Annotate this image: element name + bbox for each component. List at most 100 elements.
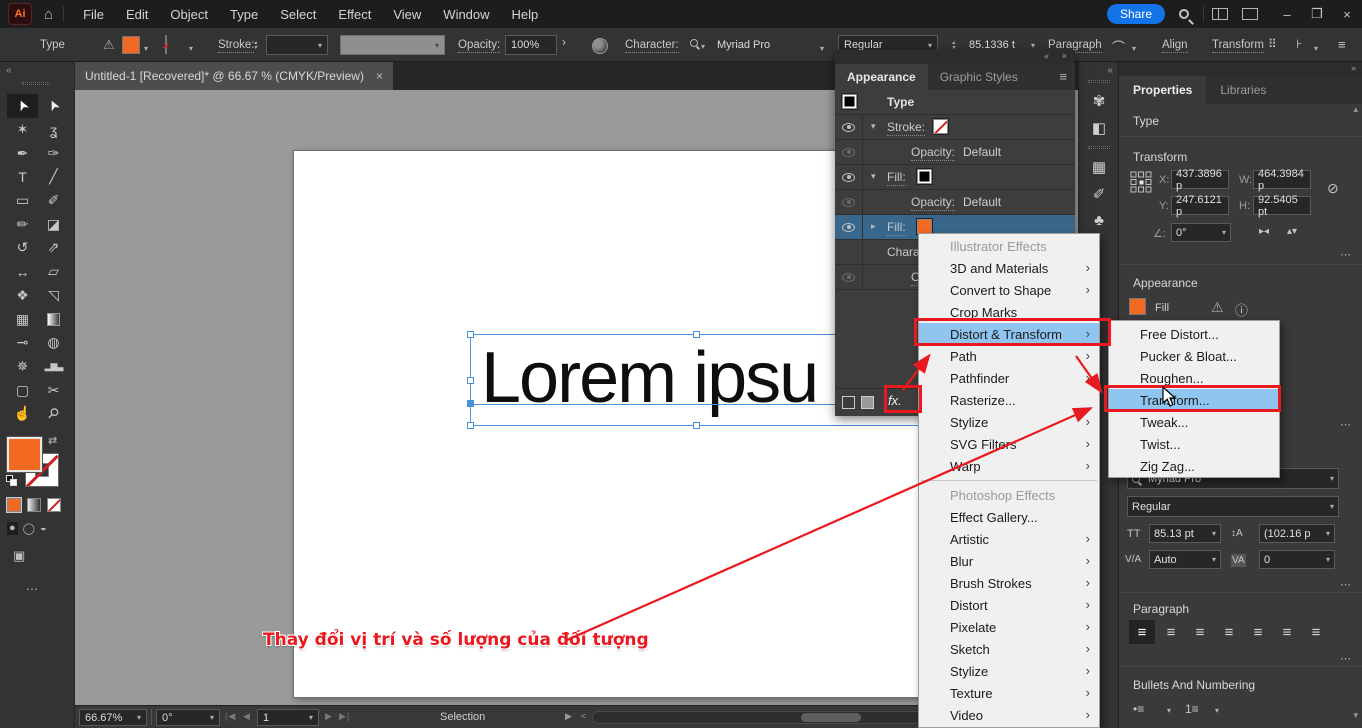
restore-button[interactable]: ❐ bbox=[1302, 6, 1332, 22]
transform-more-icon[interactable]: ⋯ bbox=[1340, 248, 1352, 261]
appearance-row-stroke[interactable]: ▾ Stroke: bbox=[835, 115, 1075, 140]
leading-field[interactable]: (102.16 p▾ bbox=[1259, 524, 1335, 543]
menu-file[interactable]: File bbox=[72, 0, 115, 28]
eyedropper-tool[interactable]: ⊸ bbox=[7, 331, 38, 355]
home-icon[interactable]: ⌂ bbox=[44, 6, 53, 23]
dropdown-icon[interactable]: ▾ bbox=[1326, 529, 1330, 538]
submenu-item-zig-zag[interactable]: Zig Zag... bbox=[1109, 455, 1279, 477]
tab-libraries[interactable]: Libraries bbox=[1206, 76, 1280, 104]
align-label[interactable]: Align bbox=[1162, 39, 1188, 53]
menu-window[interactable]: Window bbox=[432, 0, 500, 28]
selection-handle[interactable] bbox=[467, 422, 474, 429]
tab-appearance[interactable]: Appearance bbox=[835, 64, 928, 90]
close-button[interactable]: × bbox=[1332, 7, 1362, 22]
font-search-dropdown-icon[interactable]: ▾ bbox=[701, 42, 705, 51]
scroll-left-icon[interactable]: < bbox=[581, 711, 587, 721]
menu-object[interactable]: Object bbox=[159, 0, 219, 28]
pen-tool[interactable]: ✒ bbox=[7, 141, 38, 165]
menu-type[interactable]: Type bbox=[219, 0, 269, 28]
color-panel-icon[interactable]: ✾ bbox=[1079, 92, 1119, 110]
arrange-documents-icon[interactable] bbox=[1212, 8, 1228, 20]
submenu-item-tweak[interactable]: Tweak... bbox=[1109, 411, 1279, 433]
bullet-list-icon[interactable]: •≡ bbox=[1133, 702, 1144, 716]
swatches-panel-icon[interactable]: ▦ bbox=[1079, 158, 1119, 176]
add-new-fill-button[interactable] bbox=[861, 396, 874, 409]
visibility-eye-icon[interactable] bbox=[842, 198, 855, 207]
appearance-panel-titlebar[interactable]: « × bbox=[835, 50, 1075, 64]
search-icon[interactable] bbox=[1179, 9, 1189, 19]
toolbar-grip[interactable] bbox=[22, 82, 50, 85]
options-menu-icon[interactable]: ≡ bbox=[1338, 37, 1346, 52]
reference-point-locator[interactable] bbox=[1129, 170, 1153, 194]
appearance-row-opacity[interactable]: Opacity: Default bbox=[835, 190, 1075, 215]
rotation-field[interactable]: 0°▾ bbox=[1171, 223, 1231, 242]
menu-item-texture[interactable]: Texture› bbox=[919, 682, 1099, 704]
menu-item-sketch[interactable]: Sketch› bbox=[919, 638, 1099, 660]
toolbar-more-icon[interactable]: ⋯ bbox=[26, 582, 40, 596]
character-label[interactable]: Character: bbox=[625, 39, 679, 53]
menu-item-effect-gallery[interactable]: Effect Gallery... bbox=[919, 506, 1099, 528]
panel-collapse-icon[interactable]: » bbox=[1351, 63, 1356, 73]
fill-color-swatch[interactable] bbox=[122, 36, 140, 54]
dropdown-icon[interactable]: ▾ bbox=[210, 713, 214, 722]
direct-selection-tool[interactable]: ➤ bbox=[38, 94, 69, 118]
stroke-none-swatch[interactable] bbox=[933, 119, 948, 134]
bullet-list-dropdown-icon[interactable]: ▾ bbox=[1167, 706, 1171, 715]
font-family-dropdown-icon[interactable]: ▾ bbox=[820, 44, 824, 53]
chevron-right-icon[interactable]: ▸ bbox=[871, 221, 876, 232]
menu-item-warp[interactable]: Warp› bbox=[919, 455, 1099, 477]
toolbar-collapse-icon[interactable]: « bbox=[6, 65, 12, 76]
chevron-down-icon[interactable]: ▾ bbox=[871, 171, 876, 182]
dock-panel-icon[interactable]: ⊦ bbox=[1296, 37, 1302, 51]
appearance-more-icon[interactable]: ⋯ bbox=[1340, 418, 1352, 431]
paintbrush-tool[interactable]: ✐ bbox=[38, 189, 69, 213]
opacity-field[interactable]: 100% bbox=[505, 35, 557, 55]
kerning-field[interactable]: Auto▾ bbox=[1149, 550, 1221, 569]
add-new-effect-button[interactable]: fx. bbox=[888, 393, 902, 408]
document-tab[interactable]: Untitled-1 [Recovered]* @ 66.67 % (CMYK/… bbox=[75, 62, 393, 90]
scroll-up-icon[interactable]: ▴ bbox=[1353, 104, 1358, 115]
selection-tool[interactable]: ➤ bbox=[7, 94, 38, 118]
opacity-expand-icon[interactable]: › bbox=[562, 37, 566, 49]
menu-item-video[interactable]: Video› bbox=[919, 704, 1099, 726]
menu-item-3d-and-materials[interactable]: 3D and Materials› bbox=[919, 257, 1099, 279]
gradient-panel-icon[interactable]: ◧ bbox=[1079, 119, 1119, 137]
dropdown-icon[interactable]: ▾ bbox=[318, 41, 322, 50]
font-size-field[interactable]: 85.13 pt▾ bbox=[1149, 524, 1221, 543]
numbered-list-icon[interactable]: 1≡ bbox=[1185, 702, 1199, 716]
slice-tool[interactable]: ✂ bbox=[38, 378, 69, 402]
menu-item-rasterize[interactable]: Rasterize... bbox=[919, 389, 1099, 411]
constrain-proportions-icon[interactable]: ⊘ bbox=[1327, 180, 1339, 197]
next-artboard-icon[interactable]: ▶ bbox=[325, 711, 333, 722]
row-label[interactable]: Fill: bbox=[887, 170, 906, 186]
submenu-item-transform[interactable]: Transform... bbox=[1109, 389, 1279, 411]
minimize-button[interactable]: – bbox=[1272, 7, 1302, 22]
draw-behind-mode-button[interactable]: ◯ bbox=[23, 522, 35, 535]
fill-swatch[interactable] bbox=[1129, 298, 1146, 315]
selection-handle[interactable] bbox=[467, 377, 474, 384]
font-search-icon[interactable] bbox=[690, 39, 698, 47]
row-label[interactable]: Opacity: bbox=[911, 195, 955, 211]
dropdown-icon[interactable]: ▾ bbox=[435, 41, 439, 50]
rotation-view-field[interactable]: 0°▾ bbox=[156, 709, 220, 726]
submenu-item-roughen[interactable]: Roughen... bbox=[1109, 367, 1279, 389]
fill-dropdown-icon[interactable]: ▾ bbox=[144, 44, 148, 53]
draw-normal-mode-button[interactable]: ● bbox=[7, 522, 18, 535]
workspace-grid-icon[interactable]: ⠿ bbox=[1268, 37, 1277, 51]
workspace-switcher-icon[interactable] bbox=[1242, 8, 1258, 20]
visibility-eye-icon[interactable] bbox=[842, 273, 855, 282]
rectangle-tool[interactable]: ▭ bbox=[7, 189, 38, 213]
zoom-level-field[interactable]: 66.67%▾ bbox=[79, 709, 147, 726]
menu-item-stylize[interactable]: Stylize› bbox=[919, 411, 1099, 433]
menu-item-crop-marks[interactable]: Crop Marks bbox=[919, 301, 1099, 323]
mesh-tool[interactable]: ▦ bbox=[7, 307, 38, 331]
justify-center-button[interactable]: ≡ bbox=[1245, 620, 1271, 644]
column-graph-tool[interactable]: ▂▆▃ bbox=[38, 355, 69, 379]
none-button[interactable] bbox=[47, 498, 61, 512]
info-icon[interactable]: ⓘ bbox=[1235, 300, 1248, 319]
symbols-panel-icon[interactable]: ♣ bbox=[1079, 212, 1119, 229]
panel-collapse-icon[interactable]: « bbox=[1044, 51, 1049, 61]
submenu-item-pucker-bloat[interactable]: Pucker & Bloat... bbox=[1109, 345, 1279, 367]
scrollbar-thumb[interactable] bbox=[801, 713, 861, 722]
y-field[interactable]: 247.6121 p bbox=[1171, 196, 1229, 215]
